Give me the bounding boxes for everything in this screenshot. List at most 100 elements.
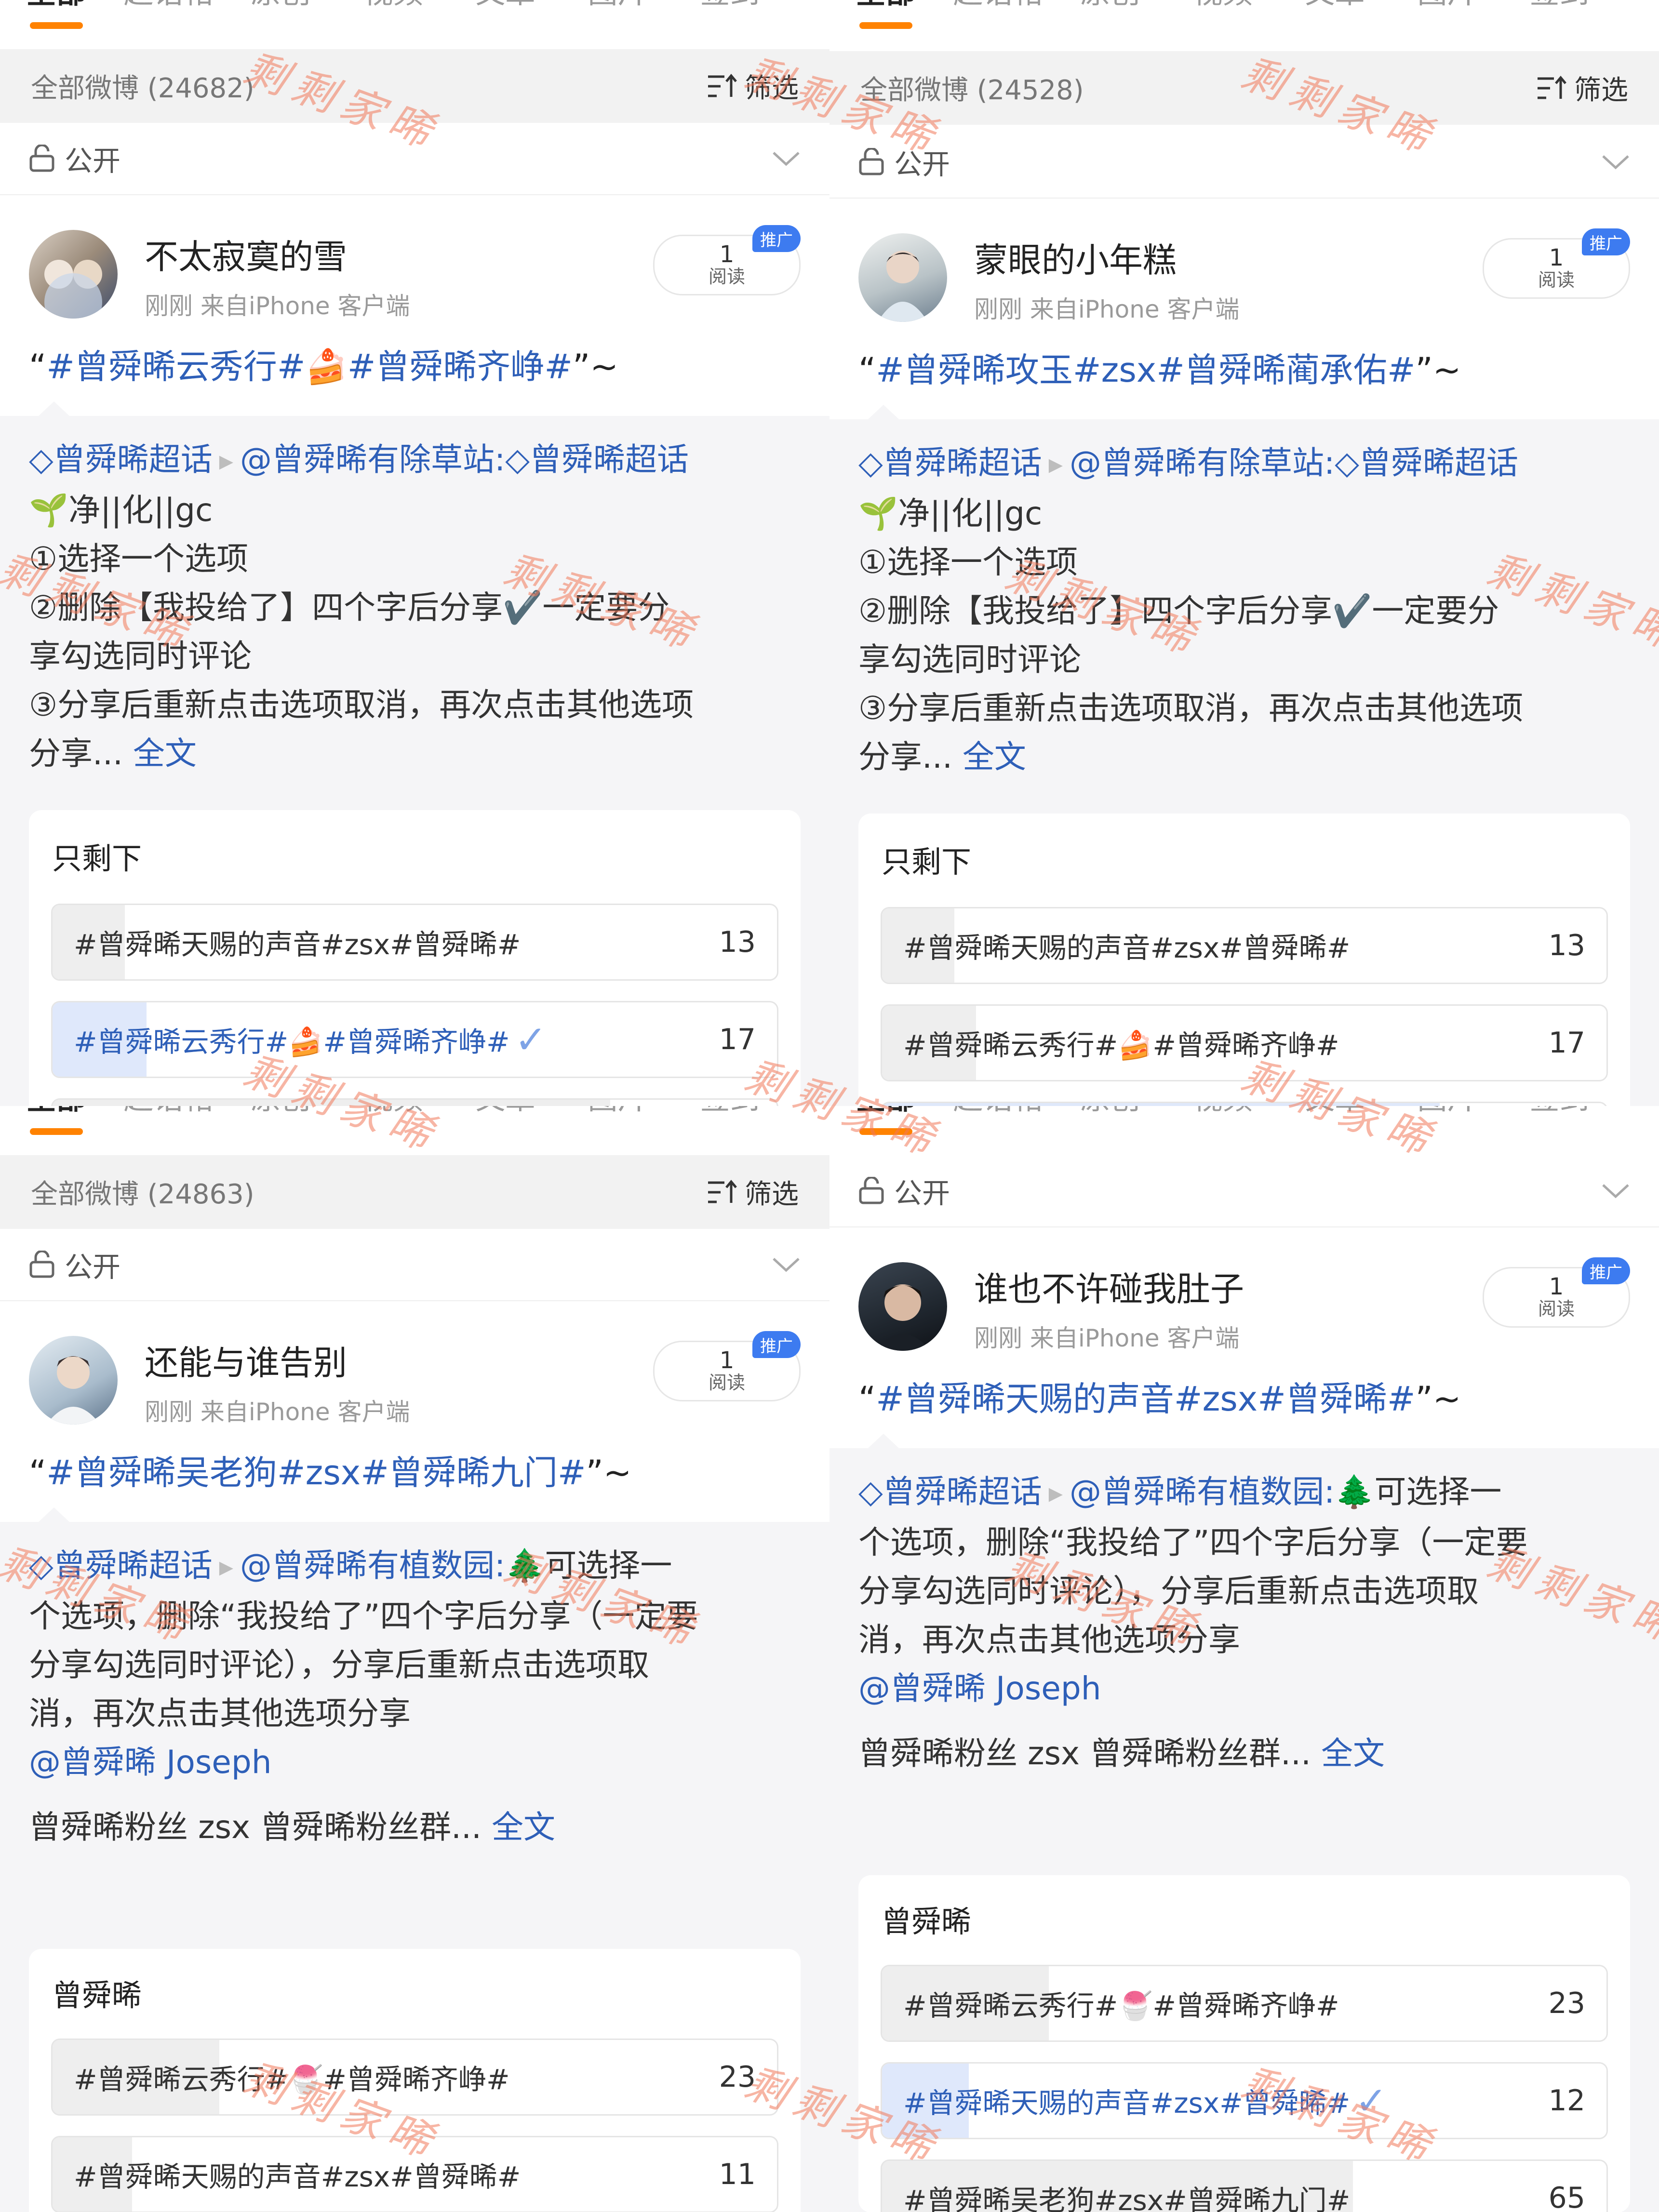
username[interactable]: 蒙眼的小年糕	[974, 233, 1177, 282]
filter-button[interactable]: 筛选	[707, 1173, 799, 1212]
privacy-bar[interactable]: 公开	[0, 1229, 830, 1301]
poll-option[interactable]: #曾舜晞天赐的声音#zsx#曾舜晞# ✓ 12	[881, 2062, 1608, 2139]
tab-all[interactable]: 全部	[830, 1106, 942, 1155]
hashtag[interactable]: #曾舜晞攻玉#zsx#曾舜晞蔺承佑#	[876, 350, 1415, 390]
poll-option[interactable]: #曾舜晞吴老狗#zsx#曾舜晞九门# 65	[881, 2159, 1608, 2212]
privacy-bar[interactable]: 公开	[0, 123, 830, 195]
tab-checkin[interactable]: 签到	[1503, 1106, 1616, 1155]
tab-all[interactable]: 全部	[0, 0, 112, 49]
tab-image[interactable]: 图片	[1391, 1106, 1503, 1155]
avatar[interactable]	[858, 1262, 947, 1351]
poll-question: 只剩下	[52, 841, 142, 876]
tab-article[interactable]: 文章	[1279, 0, 1391, 49]
supertopic-link-2[interactable]: ◇曾舜晞超话	[505, 441, 689, 478]
quoted-post[interactable]: ◇曾舜晞超话 ▶ @曾舜晞有植数园:🌲可选择一 个选项，删除“我投给了”四个字后分享…	[0, 1507, 830, 2212]
promote-badge[interactable]: 推广	[1582, 1257, 1630, 1284]
poll-option[interactable]: #曾舜晞天赐的声音#zsx#曾舜晞# 11	[51, 2136, 778, 2212]
avatar[interactable]	[858, 233, 947, 322]
tab-image[interactable]: 图片	[562, 0, 674, 49]
quote-line: 🌱净||化||gc	[858, 495, 1043, 533]
lock-icon	[29, 145, 54, 172]
username[interactable]: 还能与谁告别	[145, 1336, 347, 1385]
panel-top-right: 全部 超话帖 原创 视频 文章 图片 签到 全部微博 (24528) 筛选 公开…	[830, 0, 1659, 1106]
quote-line: 🌲可选择一	[1335, 1473, 1502, 1510]
full-text-link[interactable]: 全文	[963, 738, 1026, 775]
quoted-post[interactable]: ◇曾舜晞超话 ▶ @曾舜晞有植数园:🌲可选择一 个选项，删除“我投给了”四个字后分享…	[830, 1434, 1659, 2212]
tab-video[interactable]: 视频	[337, 0, 449, 49]
hashtag[interactable]: #曾舜晞吴老狗#zsx#曾舜晞九门#	[46, 1453, 586, 1492]
tab-original[interactable]: 原创	[225, 1106, 337, 1155]
hashtag[interactable]: #曾舜晞天赐的声音#zsx#曾舜晞#	[876, 1379, 1415, 1419]
chevron-down-icon[interactable]	[772, 150, 801, 167]
tab-supertopic[interactable]: 超话帖	[942, 0, 1054, 49]
tab-original[interactable]: 原创	[1054, 1106, 1166, 1155]
tab-video[interactable]: 视频	[1166, 1106, 1279, 1155]
tab-all[interactable]: 全部	[830, 0, 942, 49]
chevron-down-icon[interactable]	[1601, 1182, 1630, 1199]
chevron-down-icon[interactable]	[772, 1256, 801, 1273]
mention-link[interactable]: @曾舜晞 Joseph	[29, 1738, 808, 1786]
tab-video[interactable]: 视频	[337, 1106, 449, 1155]
tab-article[interactable]: 文章	[449, 1106, 562, 1155]
at-mention[interactable]: @曾舜晞有除草站:	[240, 441, 505, 478]
tab-original[interactable]: 原创	[225, 0, 337, 49]
at-mention[interactable]: @曾舜晞有除草站:	[1070, 444, 1335, 481]
option-text: #曾舜晞云秀行#🍧#曾舜晞齐峥#	[903, 1989, 1339, 2022]
poll-card: 曾舜晞 #曾舜晞云秀行#🍧#曾舜晞齐峥# 23 #曾舜晞天赐的声音#zsx#曾舜晞…	[29, 1949, 801, 2212]
supertopic-link-2[interactable]: ◇曾舜晞超话	[1335, 444, 1518, 481]
filter-icon	[1538, 75, 1566, 99]
tab-checkin[interactable]: 签到	[674, 1106, 786, 1155]
mention-link[interactable]: @曾舜晞 Joseph	[858, 1664, 1638, 1713]
hashtag[interactable]: #曾舜晞云秀行#🍰#曾舜晞齐峥#	[46, 347, 573, 386]
triangle-icon: ▶	[219, 1557, 233, 1578]
filter-button[interactable]: 筛选	[1537, 68, 1628, 107]
full-text-link[interactable]: 全文	[133, 735, 197, 772]
supertopic-link[interactable]: ◇曾舜晞超话	[858, 444, 1042, 481]
tab-supertopic[interactable]: 超话帖	[112, 0, 225, 49]
promote-badge[interactable]: 推广	[1582, 228, 1630, 255]
privacy-bar[interactable]: 公开	[830, 126, 1659, 199]
tab-checkin[interactable]: 签到	[1503, 0, 1616, 49]
poll-option[interactable]: #曾舜晞天赐的声音#zsx#曾舜晞# 13	[881, 907, 1608, 984]
quoted-post[interactable]: ◇曾舜晞超话 ▶ @曾舜晞有除草站:◇曾舜晞超话 🌱净||化||gc ①选择一个选项…	[830, 405, 1659, 1106]
supertopic-link[interactable]: ◇曾舜晞超话	[29, 1547, 213, 1584]
at-mention[interactable]: @曾舜晞有植数园:	[240, 1547, 505, 1584]
username[interactable]: 谁也不许碰我肚子	[974, 1262, 1244, 1311]
tab-article[interactable]: 文章	[1279, 1106, 1391, 1155]
promote-badge[interactable]: 推广	[752, 1331, 801, 1358]
poll-option[interactable]: #曾舜晞云秀行#🍧#曾舜晞齐峥# 23	[51, 2039, 778, 2116]
chevron-down-icon[interactable]	[1601, 153, 1630, 171]
supertopic-link[interactable]: ◇曾舜晞超话	[29, 441, 213, 478]
avatar[interactable]	[29, 1336, 118, 1425]
tab-image[interactable]: 图片	[562, 1106, 674, 1155]
at-mention[interactable]: @曾舜晞有植数园:	[1070, 1473, 1335, 1510]
filter-button[interactable]: 筛选	[707, 67, 799, 106]
poll-option[interactable]	[881, 1102, 1608, 1106]
option-count: 23	[1548, 1986, 1585, 2020]
tab-supertopic[interactable]: 超话帖	[112, 1106, 225, 1155]
quoted-post[interactable]: ◇曾舜晞超话 ▶ @曾舜晞有除草站:◇曾舜晞超话 🌱净||化||gc ①选择一个选项…	[0, 401, 830, 1106]
poll-option[interactable]: #曾舜晞云秀行#🍰#曾舜晞齐峥# 17	[881, 1004, 1608, 1081]
tab-supertopic[interactable]: 超话帖	[942, 1106, 1054, 1155]
poll-option[interactable]	[51, 1098, 778, 1106]
tab-bar: 全部 超话帖 原创 视频 文章 图片 签到	[0, 1106, 830, 1155]
supertopic-link[interactable]: ◇曾舜晞超话	[858, 1473, 1042, 1510]
quoted-text: ◇曾舜晞超话 ▶ @曾舜晞有除草站:◇曾舜晞超话 🌱净||化||gc ①选择一个选项…	[29, 435, 808, 778]
promote-badge[interactable]: 推广	[752, 225, 801, 252]
avatar[interactable]	[29, 230, 118, 319]
tab-all[interactable]: 全部	[0, 1106, 112, 1155]
read-label: 阅读	[708, 266, 745, 288]
tab-video[interactable]: 视频	[1166, 0, 1279, 49]
privacy-bar[interactable]: 公开	[830, 1155, 1659, 1227]
poll-option[interactable]: #曾舜晞天赐的声音#zsx#曾舜晞# 13	[51, 904, 778, 981]
full-text-link[interactable]: 全文	[1321, 1735, 1385, 1772]
tab-original[interactable]: 原创	[1054, 0, 1166, 49]
quote-line: ①选择一个选项	[29, 540, 249, 578]
poll-option[interactable]: #曾舜晞云秀行#🍧#曾舜晞齐峥# 23	[881, 1965, 1608, 2042]
tab-checkin[interactable]: 签到	[674, 0, 786, 49]
username[interactable]: 不太寂寞的雪	[145, 230, 347, 279]
poll-option[interactable]: #曾舜晞云秀行#🍰#曾舜晞齐峥# ✓ 17	[51, 1001, 778, 1078]
full-text-link[interactable]: 全文	[492, 1809, 555, 1846]
tab-article[interactable]: 文章	[449, 0, 562, 49]
tab-image[interactable]: 图片	[1391, 0, 1503, 49]
